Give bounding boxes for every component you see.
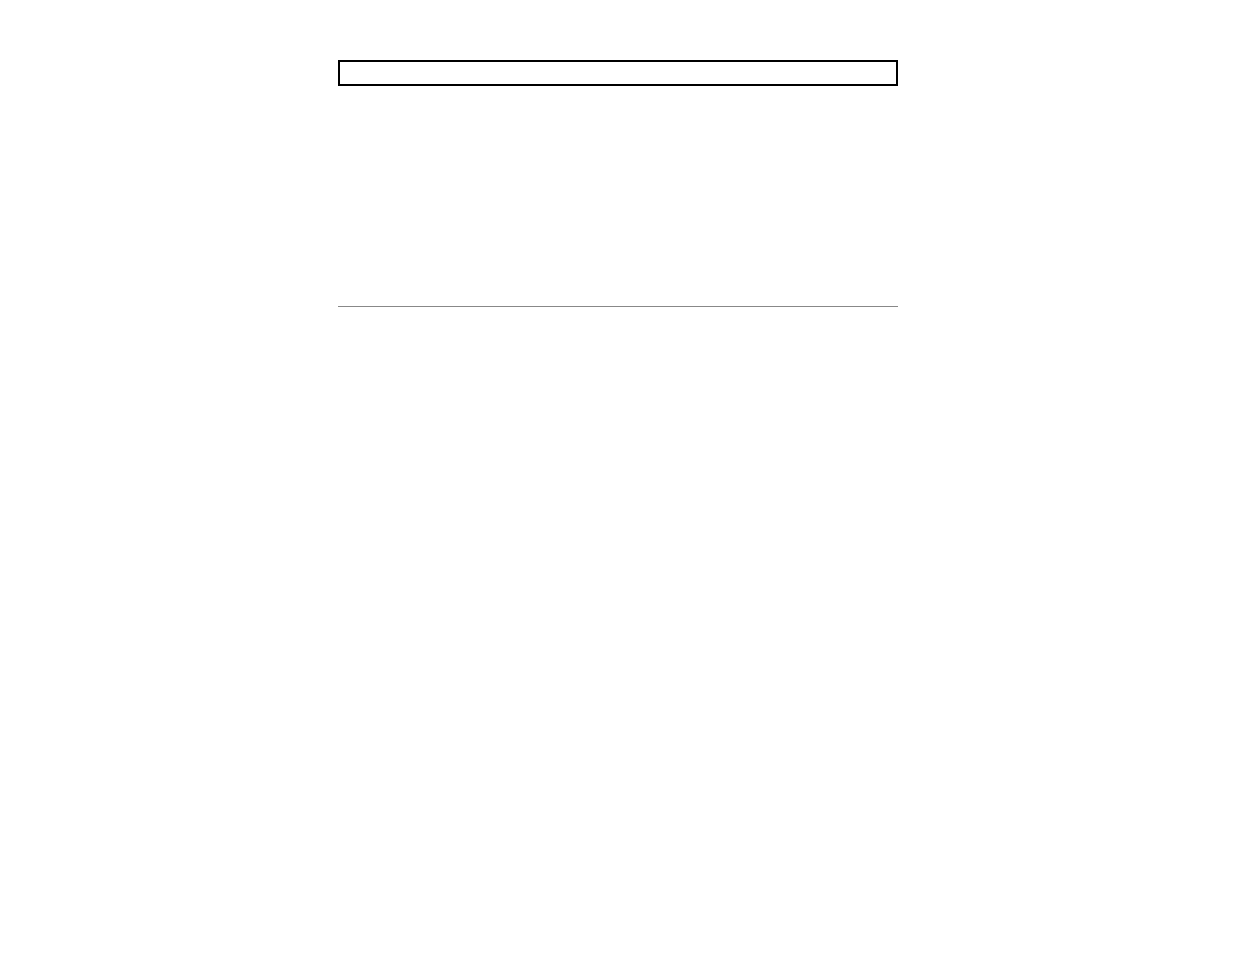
page-footer-rule	[338, 306, 898, 307]
ladder-frame	[338, 60, 898, 86]
page	[338, 60, 898, 86]
